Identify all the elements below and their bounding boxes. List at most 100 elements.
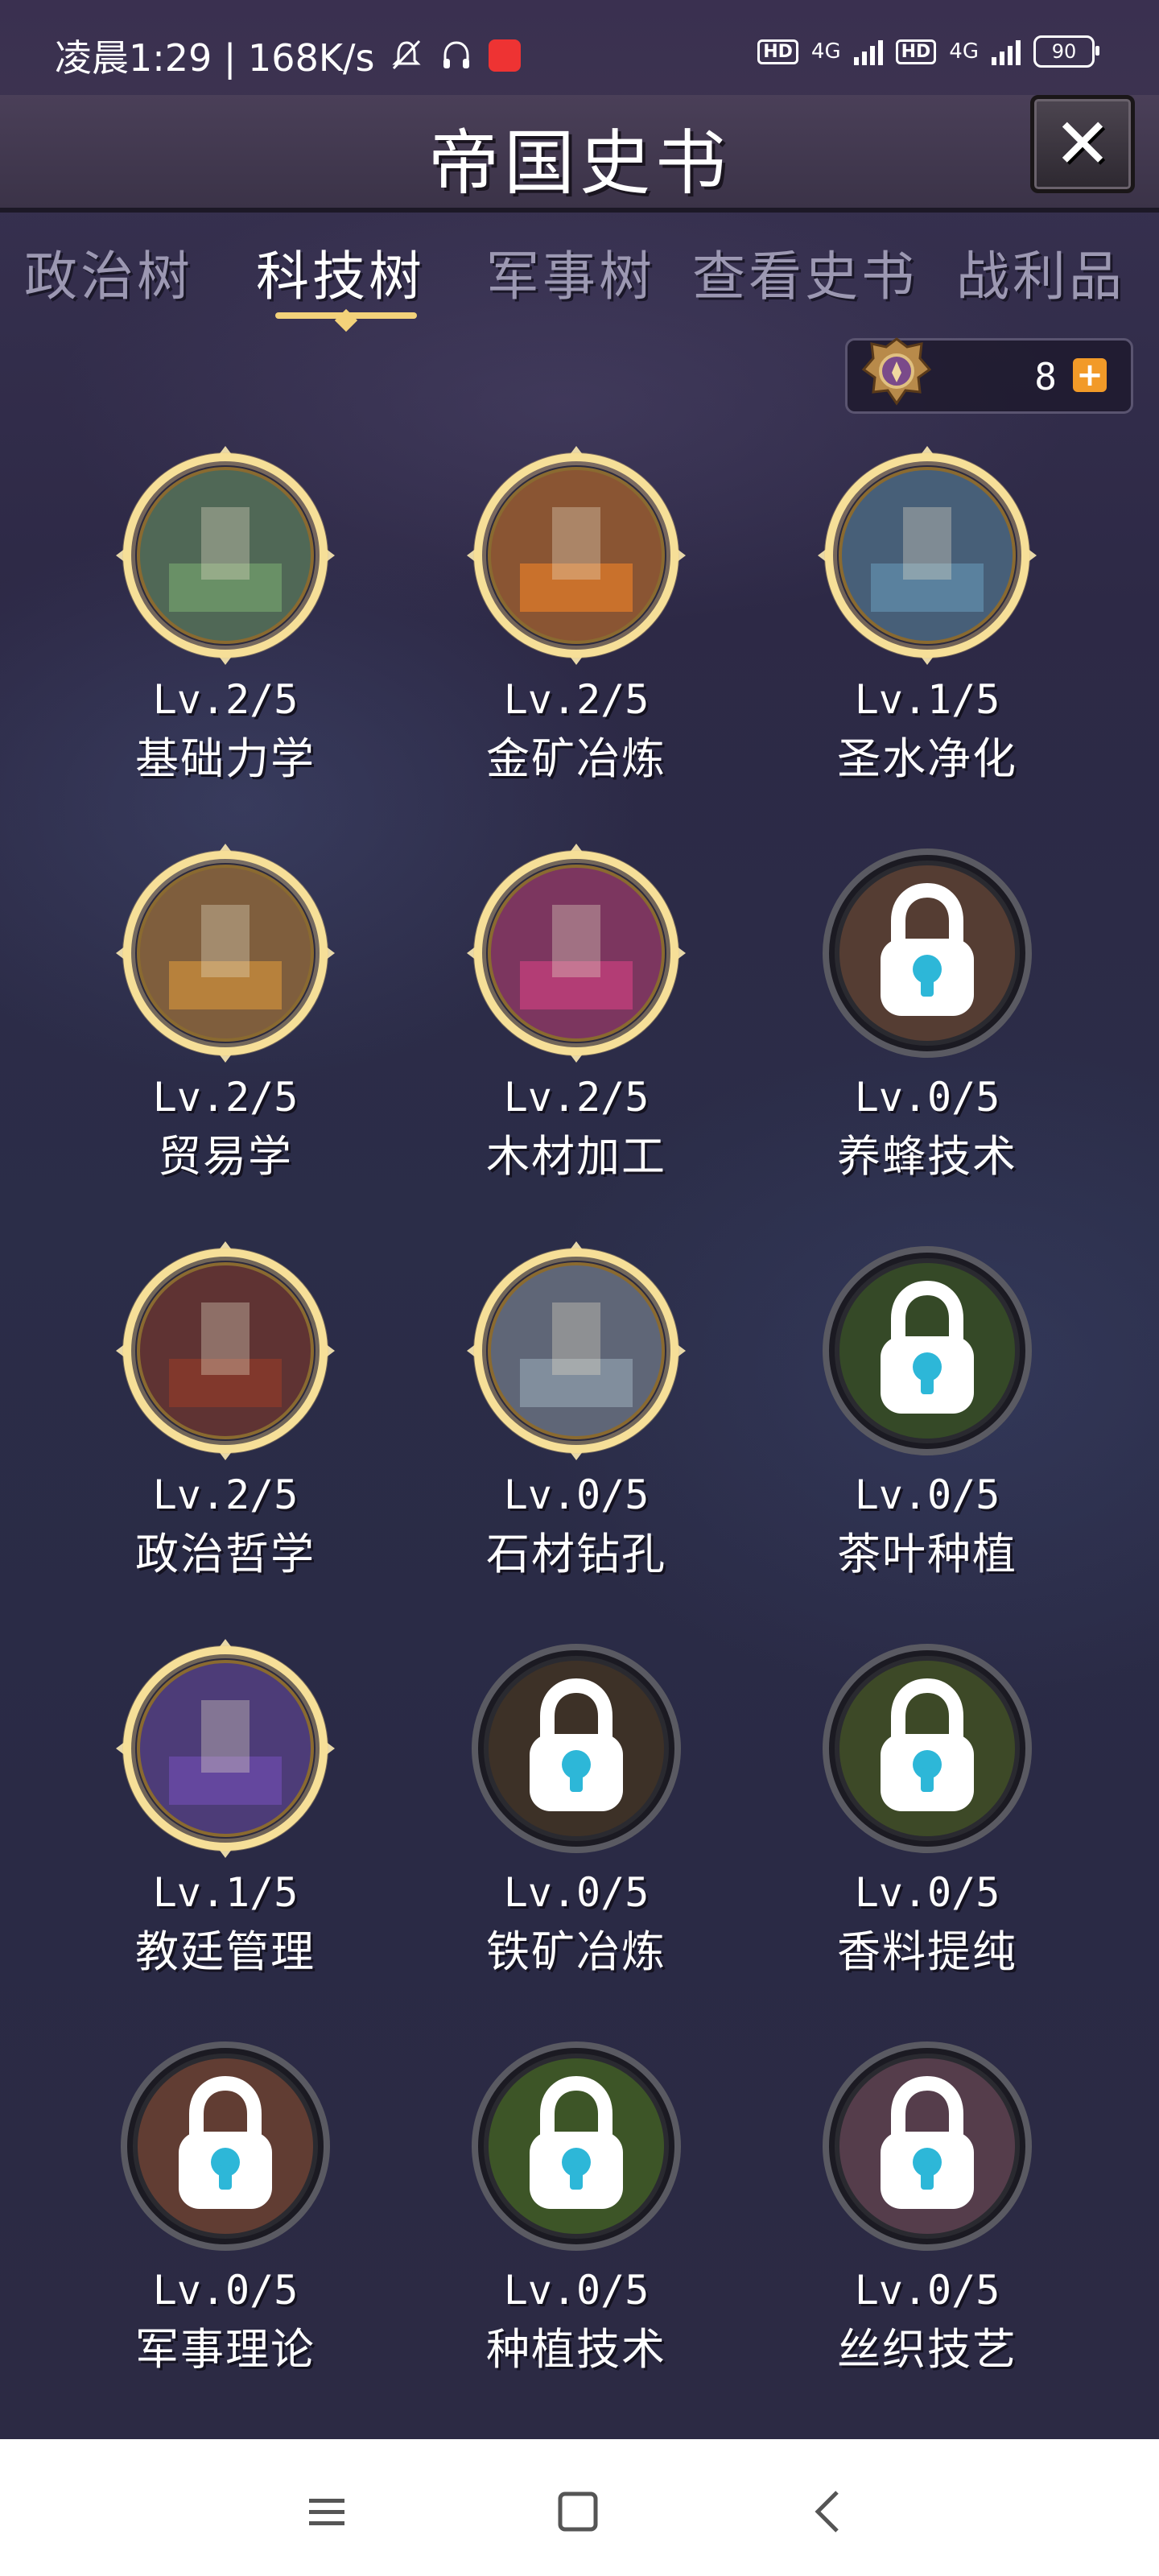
tech-icon[interactable] (464, 840, 689, 1066)
tech-emblem-icon (818, 446, 1037, 665)
back-icon[interactable] (805, 2487, 853, 2536)
network-label-1: 4G (810, 39, 841, 64)
medal-count: 8 (1034, 355, 1057, 398)
tech-icon[interactable] (113, 1238, 338, 1463)
tech-emblem-icon (116, 446, 335, 665)
tech-item[interactable]: Lv.0/5 丝织技艺 (766, 2033, 1088, 2404)
tech-level: Lv.2/5 (152, 1472, 299, 1518)
tech-icon-locked[interactable] (464, 2033, 689, 2259)
tech-icon-locked[interactable] (113, 2033, 338, 2259)
tech-level: Lv.0/5 (152, 2267, 299, 2314)
headphones-icon (443, 41, 470, 68)
tech-level: Lv.0/5 (503, 1869, 650, 1916)
title-bar: 帝国史书 ✕ (0, 95, 1159, 213)
tech-name: 丝织技艺 (837, 2324, 1017, 2375)
tech-icon-locked[interactable] (815, 2033, 1040, 2259)
tech-icon[interactable] (815, 443, 1040, 668)
tech-name: 茶叶种植 (837, 1529, 1017, 1579)
signal-icon-2 (992, 38, 1021, 65)
tech-emblem-icon (467, 446, 686, 665)
tech-icon[interactable] (113, 840, 338, 1066)
status-left: 凌晨1:29 | 168K/s (55, 29, 522, 82)
tech-level: Lv.0/5 (854, 1869, 1000, 1916)
tab-politics[interactable]: 政治树 (24, 233, 193, 311)
tech-name: 金矿冶炼 (486, 733, 666, 784)
tech-name: 铁矿冶炼 (486, 1926, 666, 1977)
tech-name: 军事理论 (135, 2324, 316, 2375)
tech-item[interactable]: Lv.1/5 教廷管理 (64, 1636, 386, 2006)
tech-icon[interactable] (113, 1636, 338, 1861)
tech-level: Lv.2/5 (152, 1074, 299, 1121)
lock-icon (823, 1246, 1032, 1455)
tech-icon[interactable] (113, 443, 338, 668)
tech-item[interactable]: Lv.0/5 养蜂技术 (766, 840, 1088, 1211)
menu-icon[interactable] (303, 2487, 351, 2536)
lock-icon (823, 848, 1032, 1058)
tech-item[interactable]: Lv.0/5 铁矿冶炼 (415, 1636, 737, 2006)
status-time: 凌晨1:29 | 168K/s (55, 36, 375, 80)
tech-level: Lv.1/5 (854, 676, 1000, 723)
tech-name: 贸易学 (158, 1131, 293, 1182)
tech-name: 种植技术 (486, 2324, 666, 2375)
tech-name: 石材钻孔 (486, 1529, 666, 1579)
lock-icon (472, 2041, 681, 2251)
tech-level: Lv.2/5 (503, 676, 650, 723)
tech-icon-locked[interactable] (815, 1238, 1040, 1463)
hd-badge-1: HD (757, 39, 798, 64)
network-label-2: 4G (949, 39, 979, 64)
tech-item[interactable]: Lv.2/5 木材加工 (415, 840, 737, 1211)
tech-level: Lv.0/5 (854, 1074, 1000, 1121)
tech-icon[interactable] (464, 1238, 689, 1463)
tab-history-book[interactable]: 查看史书 (692, 233, 918, 311)
tech-emblem-icon (116, 1241, 335, 1460)
tech-icon[interactable] (464, 443, 689, 668)
tab-military[interactable]: 军事树 (486, 233, 655, 311)
tech-name: 香料提纯 (837, 1926, 1017, 1977)
tab-technology[interactable]: 科技树 (256, 233, 425, 311)
status-bar: 凌晨1:29 | 168K/s HD 4G HD 4G 90 (0, 0, 1159, 105)
tech-emblem-icon (467, 1241, 686, 1460)
hd-badge-2: HD (895, 39, 937, 64)
battery-icon: 90 (1033, 35, 1099, 68)
add-medal-button[interactable]: + (1073, 358, 1107, 392)
tech-item[interactable]: Lv.0/5 茶叶种植 (766, 1238, 1088, 1608)
tech-icon-locked[interactable] (815, 1636, 1040, 1861)
tech-level: Lv.0/5 (854, 2267, 1000, 2314)
tech-item[interactable]: Lv.2/5 政治哲学 (64, 1238, 386, 1608)
tech-item[interactable]: Lv.2/5 金矿冶炼 (415, 443, 737, 813)
tech-name: 政治哲学 (135, 1529, 316, 1579)
home-icon[interactable] (554, 2487, 602, 2536)
tech-icon-locked[interactable] (464, 1636, 689, 1861)
tech-item[interactable]: Lv.0/5 种植技术 (415, 2033, 737, 2404)
tech-item[interactable]: Lv.2/5 基础力学 (64, 443, 386, 813)
tech-item[interactable]: Lv.2/5 贸易学 (64, 840, 386, 1211)
tech-item[interactable]: Lv.1/5 圣水净化 (766, 443, 1088, 813)
tech-name: 圣水净化 (837, 733, 1017, 784)
tech-emblem-icon (116, 1639, 335, 1858)
lock-icon (823, 2041, 1032, 2251)
battery-level: 90 (1051, 40, 1077, 63)
plus-icon: + (1076, 357, 1103, 394)
tech-item[interactable]: Lv.0/5 香料提纯 (766, 1636, 1088, 2006)
tab-loot[interactable]: 战利品 (956, 233, 1125, 311)
close-button[interactable]: ✕ (1030, 95, 1135, 193)
tech-name: 木材加工 (486, 1131, 666, 1182)
lock-icon (472, 1644, 681, 1853)
tech-item[interactable]: Lv.0/5 石材钻孔 (415, 1238, 737, 1608)
tech-level: Lv.2/5 (503, 1074, 650, 1121)
system-nav-bar (0, 2439, 1159, 2576)
tech-emblem-icon (116, 844, 335, 1063)
lock-icon (121, 2041, 330, 2251)
medal-currency: 8 + (845, 337, 1133, 414)
status-right: HD 4G HD 4G 90 (757, 35, 1099, 68)
app-notification-icon (489, 39, 522, 72)
tech-level: Lv.0/5 (854, 1472, 1000, 1518)
tech-emblem-icon (467, 844, 686, 1063)
mute-icon (392, 39, 422, 70)
tech-level: Lv.0/5 (503, 1472, 650, 1518)
lock-icon (823, 1644, 1032, 1853)
tech-item[interactable]: Lv.0/5 军事理论 (64, 2033, 386, 2404)
tech-name: 教廷管理 (135, 1926, 316, 1977)
tech-icon-locked[interactable] (815, 840, 1040, 1066)
tech-name: 养蜂技术 (837, 1131, 1017, 1182)
